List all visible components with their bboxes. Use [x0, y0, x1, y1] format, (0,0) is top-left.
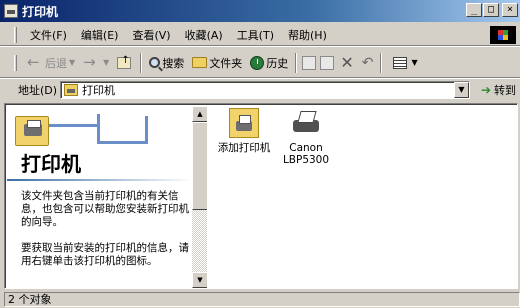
back-button[interactable]: 后退 ▼	[23, 52, 79, 74]
back-dropdown-icon[interactable]: ▼	[69, 58, 75, 67]
deco-line	[145, 116, 148, 144]
windows-logo-icon	[490, 26, 516, 44]
history-label: 历史	[266, 56, 289, 70]
pane-hint: 要获取当前安装的打印机的信息，请用右键单击该打印机的图标。	[21, 242, 189, 267]
scroll-up-icon[interactable]: ▲	[192, 106, 207, 122]
canon-printer-item[interactable]: Canon LBP5300	[271, 108, 341, 166]
forward-dropdown-icon[interactable]: ▼	[103, 58, 109, 67]
menu-favorites[interactable]: 收藏(A)	[178, 25, 230, 45]
go-label: 转到	[494, 84, 516, 97]
printers-folder-large-icon	[15, 116, 49, 146]
folder-icon	[192, 57, 208, 68]
scroll-thumb[interactable]	[192, 122, 207, 210]
maximize-button[interactable]: □	[483, 3, 499, 17]
forward-arrow-icon	[83, 53, 99, 71]
views-icon	[393, 56, 408, 69]
pane-divider	[7, 179, 193, 181]
window-title: 打印机	[22, 4, 59, 19]
up-folder-icon	[117, 55, 132, 69]
add-printer-label: 添加打印机	[217, 142, 271, 154]
add-printer-item[interactable]: 添加打印机	[209, 108, 279, 154]
address-value: 打印机	[82, 84, 115, 97]
views-dropdown-icon[interactable]: ▼	[411, 58, 417, 67]
toolbar: 后退 ▼ ▼ 搜索 文件夹 历史 ✕ ↶ ▼	[0, 48, 520, 78]
address-bar: 地址(D) 打印机 ▼ ➔ 转到	[0, 79, 520, 101]
deco-line	[97, 141, 147, 144]
menu-help[interactable]: 帮助(H)	[281, 25, 334, 45]
file-list: 添加打印机 Canon LBP5300	[209, 106, 515, 288]
printers-folder-icon	[64, 84, 78, 96]
title-bar[interactable]: 打印机 _ □ ×	[0, 0, 520, 22]
pane-description: 该文件夹包含当前打印机的有关信息，也包含可以帮助您安装新打印机的向导。	[21, 190, 189, 228]
menu-file[interactable]: 文件(F)	[23, 25, 74, 45]
menu-bar: 文件(F) 编辑(E) 查看(V) 收藏(A) 工具(T) 帮助(H)	[0, 24, 520, 46]
toolbar-separator	[380, 52, 383, 73]
address-label: 地址(D)	[18, 84, 58, 97]
address-input[interactable]: 打印机 ▼	[60, 81, 470, 99]
canon-printer-label: Canon LBP5300	[282, 142, 330, 166]
toolbar-grip[interactable]	[14, 54, 17, 71]
pane-scrollbar[interactable]: ▲ ▼	[192, 106, 207, 288]
views-button[interactable]: ▼	[385, 54, 421, 72]
copy-to-icon[interactable]	[320, 55, 335, 70]
folders-button[interactable]: 文件夹	[188, 52, 246, 74]
close-button[interactable]: ×	[502, 3, 518, 17]
printers-folder-icon	[4, 4, 18, 18]
deco-line	[97, 114, 100, 142]
search-button[interactable]: 搜索	[145, 52, 188, 74]
undo-icon[interactable]: ↶	[362, 55, 374, 71]
folders-label: 文件夹	[209, 56, 243, 70]
back-label: 后退	[45, 56, 67, 70]
minimize-button[interactable]: _	[466, 3, 482, 17]
menu-tools[interactable]: 工具(T)	[230, 25, 281, 45]
status-bar: 2 个对象	[0, 291, 520, 308]
pane-title: 打印机	[21, 152, 81, 176]
up-button[interactable]	[113, 54, 137, 72]
go-button[interactable]: ➔ 转到	[481, 82, 516, 98]
menu-grip[interactable]	[14, 26, 17, 43]
address-dropdown-icon[interactable]: ▼	[454, 82, 469, 98]
web-view-pane: 打印机 该文件夹包含当前打印机的有关信息，也包含可以帮助您安装新打印机的向导。 …	[7, 106, 207, 288]
forward-button[interactable]: ▼	[79, 52, 113, 74]
add-printer-icon	[229, 108, 259, 138]
search-label: 搜索	[162, 56, 185, 70]
scroll-down-icon[interactable]: ▼	[192, 272, 207, 288]
printer-icon	[291, 108, 321, 138]
window-controls: _ □ ×	[466, 3, 518, 17]
menu-edit[interactable]: 编辑(E)	[74, 25, 126, 45]
history-icon	[250, 55, 265, 70]
go-arrow-icon: ➔	[480, 83, 491, 97]
status-text: 2 个对象	[4, 292, 520, 307]
delete-icon[interactable]: ✕	[340, 53, 353, 72]
back-arrow-icon	[27, 53, 43, 71]
search-icon	[149, 57, 161, 68]
history-button[interactable]: 历史	[246, 52, 292, 74]
move-to-icon[interactable]	[302, 55, 317, 70]
toolbar-separator	[140, 52, 143, 73]
folder-view: 打印机 该文件夹包含当前打印机的有关信息，也包含可以帮助您安装新打印机的向导。 …	[4, 103, 518, 289]
menu-view[interactable]: 查看(V)	[125, 25, 177, 45]
toolbar-separator	[295, 52, 298, 73]
